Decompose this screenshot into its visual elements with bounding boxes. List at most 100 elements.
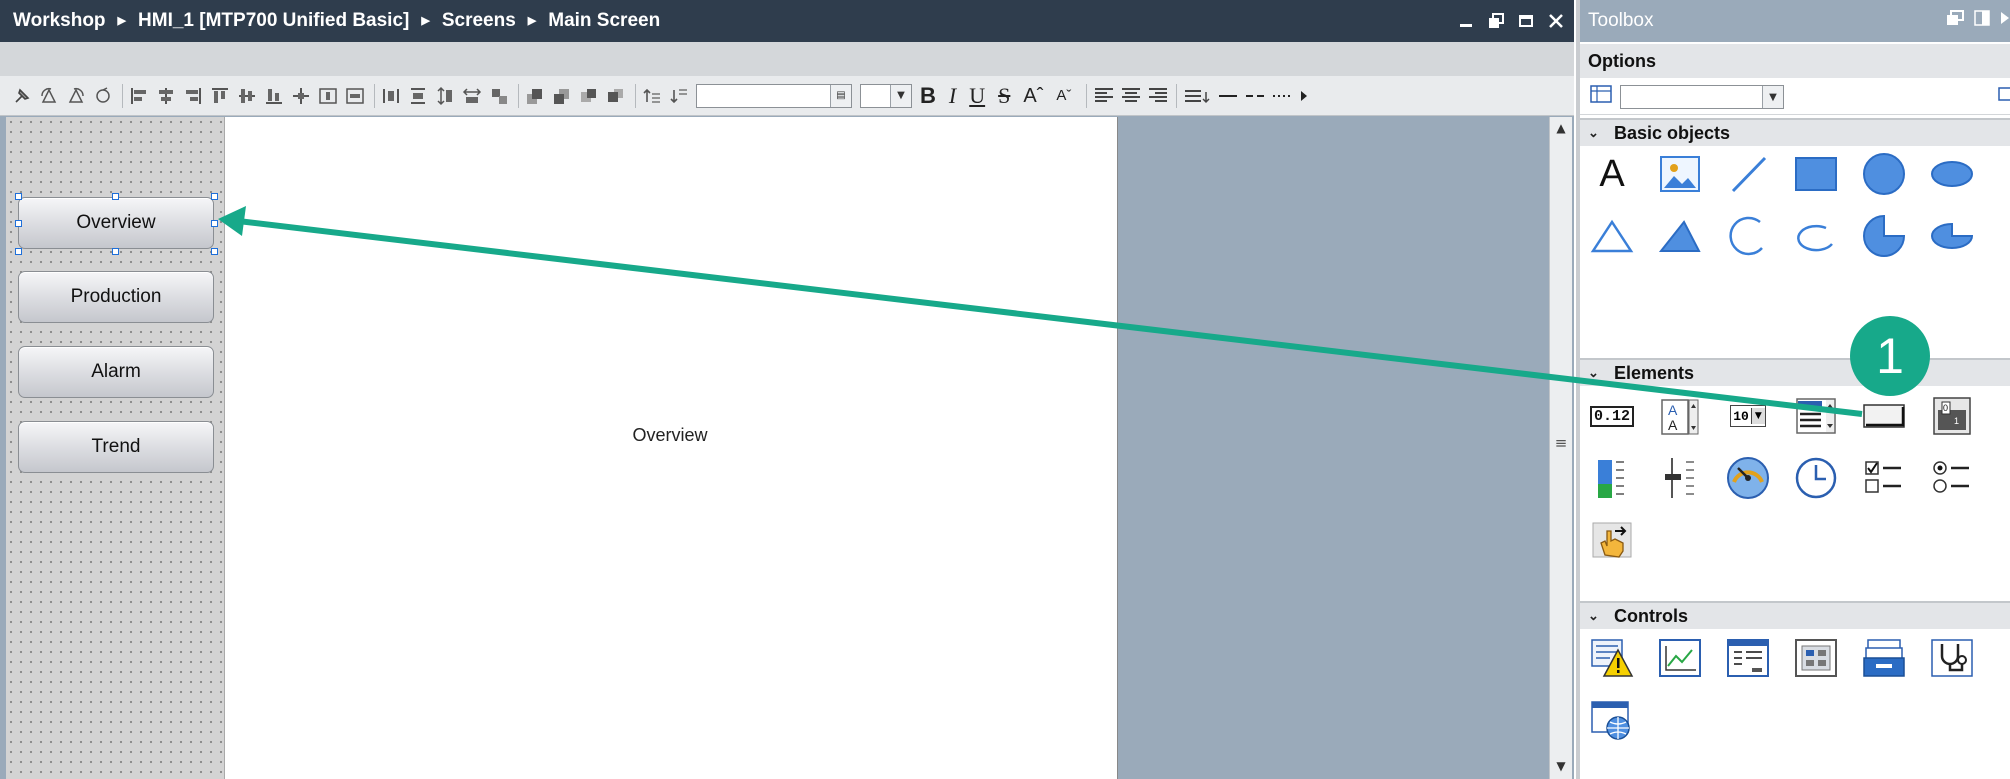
system-diagnostics-tool[interactable] xyxy=(1860,634,1908,682)
overview-button[interactable]: Overview xyxy=(18,197,214,249)
rotate-left-icon[interactable] xyxy=(39,86,59,106)
selection-handle[interactable] xyxy=(15,220,22,227)
chevron-down-icon[interactable]: ▤ xyxy=(830,84,851,107)
options-header[interactable]: Options xyxy=(1580,44,2010,78)
send-to-back-icon[interactable] xyxy=(552,86,572,106)
trend-button[interactable]: Trend xyxy=(18,421,214,473)
line-dot-icon[interactable] xyxy=(1272,86,1292,106)
line-dash-icon[interactable] xyxy=(1245,86,1265,106)
ellipse-tool[interactable] xyxy=(1928,150,1976,198)
center-icon[interactable] xyxy=(291,86,311,106)
parameter-view-tool[interactable] xyxy=(1792,634,1840,682)
switch-tool[interactable]: 01 xyxy=(1928,392,1976,440)
alarm-control-tool[interactable] xyxy=(1588,634,1636,682)
selection-handle[interactable] xyxy=(112,248,119,255)
float-panel-icon[interactable] xyxy=(1946,10,1964,32)
circle-tool[interactable] xyxy=(1860,150,1908,198)
layer-down-icon[interactable] xyxy=(669,86,689,106)
rectangle-tool[interactable] xyxy=(1792,150,1840,198)
breadcrumb-item-project[interactable]: Workshop xyxy=(13,10,106,32)
bring-to-front-icon[interactable] xyxy=(525,86,545,106)
italic-button[interactable]: I xyxy=(949,84,956,106)
center-vertical-icon[interactable] xyxy=(345,86,365,106)
same-height-icon[interactable] xyxy=(435,86,455,106)
split-panel-icon[interactable] xyxy=(1974,10,1990,32)
text-align-left-icon[interactable] xyxy=(1093,86,1114,106)
diagnostic-view-tool[interactable] xyxy=(1928,634,1976,682)
gauge-tool[interactable] xyxy=(1724,454,1772,502)
clock-tool[interactable] xyxy=(1792,454,1840,502)
canvas-title-text[interactable]: Overview xyxy=(600,425,740,446)
same-width-icon[interactable] xyxy=(462,86,482,106)
view-options-icon[interactable] xyxy=(1590,84,1612,108)
send-backward-icon[interactable] xyxy=(606,86,626,106)
align-top-icon[interactable] xyxy=(210,86,230,106)
selection-handle[interactable] xyxy=(15,193,22,200)
button-tool[interactable] xyxy=(1860,392,1908,440)
selection-handle[interactable] xyxy=(211,248,218,255)
align-bottom-icon[interactable] xyxy=(264,86,284,106)
rotate-right-icon[interactable] xyxy=(66,86,86,106)
bring-forward-icon[interactable] xyxy=(579,86,599,106)
distribute-horizontal-icon[interactable] xyxy=(381,86,401,106)
elements-section-header[interactable]: ⌄ Elements xyxy=(1580,358,2010,386)
center-horizontal-icon[interactable] xyxy=(318,86,338,106)
align-middle-icon[interactable] xyxy=(237,86,257,106)
basic-objects-section-header[interactable]: ⌄ Basic objects xyxy=(1580,118,2010,146)
selection-handle[interactable] xyxy=(211,220,218,227)
scroll-down-icon[interactable]: ▼ xyxy=(1550,755,1572,777)
text-align-right-icon[interactable] xyxy=(1147,86,1168,106)
text-align-center-icon[interactable] xyxy=(1120,86,1141,106)
breadcrumb-item-folder[interactable]: Screens xyxy=(442,10,516,32)
options-combo[interactable]: ▼ xyxy=(1620,85,1784,109)
graphic-view-tool[interactable] xyxy=(1656,150,1704,198)
align-right-icon[interactable] xyxy=(183,86,203,106)
layer-up-icon[interactable] xyxy=(642,86,662,106)
production-button[interactable]: Production xyxy=(18,271,214,323)
radio-button-group-tool[interactable] xyxy=(1928,454,1976,502)
screen-canvas[interactable] xyxy=(224,117,1118,779)
elliptical-arc-tool[interactable] xyxy=(1792,212,1840,260)
selection-handle[interactable] xyxy=(112,193,119,200)
check-box-group-tool[interactable] xyxy=(1860,454,1908,502)
io-field-tool[interactable]: 0.12 xyxy=(1588,392,1636,440)
alarm-button[interactable]: Alarm xyxy=(18,346,214,398)
selection-handle[interactable] xyxy=(15,248,22,255)
line-spacing-icon[interactable] xyxy=(1183,86,1211,106)
close-icon[interactable] xyxy=(1546,11,1566,31)
pin-icon[interactable] xyxy=(12,86,32,106)
text-tool[interactable]: A xyxy=(1588,150,1636,198)
list-box-tool[interactable] xyxy=(1792,392,1840,440)
breadcrumb-item-screen[interactable]: Main Screen xyxy=(548,10,660,32)
text-box-tool[interactable]: AA xyxy=(1656,392,1704,440)
scroll-up-icon[interactable]: ▲ xyxy=(1550,117,1572,139)
underline-button[interactable]: U xyxy=(969,84,985,106)
bar-tool[interactable] xyxy=(1588,454,1636,502)
selection-handle[interactable] xyxy=(211,193,218,200)
circle-segment-tool[interactable] xyxy=(1860,212,1908,260)
controls-section-header[interactable]: ⌄ Controls xyxy=(1580,601,2010,629)
polygon-tool[interactable] xyxy=(1656,212,1704,260)
distribute-vertical-icon[interactable] xyxy=(408,86,428,106)
vertical-scrollbar[interactable]: ▲ ≡ ▼ xyxy=(1549,117,1572,779)
breadcrumb-item-device[interactable]: HMI_1 [MTP700 Unified Basic] xyxy=(138,10,409,32)
scroll-grip-icon[interactable]: ≡ xyxy=(1553,434,1569,452)
bold-button[interactable]: B xyxy=(920,84,936,106)
font-name-combo[interactable]: ▤ xyxy=(696,83,852,108)
ellipse-segment-tool[interactable] xyxy=(1928,212,1976,260)
restore-icon[interactable] xyxy=(1486,11,1506,31)
view-toggle-icon[interactable] xyxy=(1998,86,2010,108)
strikethrough-button[interactable]: S xyxy=(998,84,1010,106)
rotate-icon[interactable] xyxy=(93,86,113,106)
slider-tool[interactable] xyxy=(1656,454,1704,502)
font-size-combo[interactable]: ▼ xyxy=(860,83,912,108)
toolbar-overflow-icon[interactable] xyxy=(1299,86,1309,106)
polyline-tool[interactable] xyxy=(1588,212,1636,260)
touch-area-tool[interactable] xyxy=(1588,516,1636,564)
chevron-down-icon[interactable]: ▼ xyxy=(890,84,911,107)
arc-tool[interactable] xyxy=(1724,212,1772,260)
maximize-icon[interactable] xyxy=(1516,11,1536,31)
table-view-tool[interactable] xyxy=(1724,634,1772,682)
align-center-icon[interactable] xyxy=(156,86,176,106)
minimize-icon[interactable] xyxy=(1456,11,1476,31)
